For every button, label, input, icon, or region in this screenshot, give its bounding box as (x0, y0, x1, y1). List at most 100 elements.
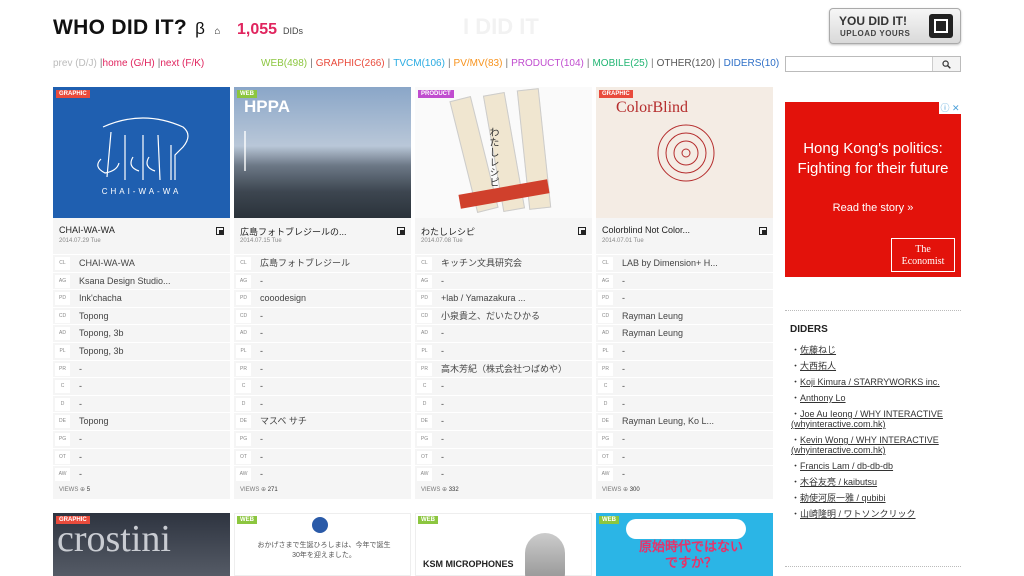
credit-value: - (260, 310, 263, 321)
category-link[interactable]: WEB(498) (261, 58, 307, 69)
credit-value: - (441, 469, 444, 480)
search-button[interactable] (932, 57, 960, 71)
credit-role: AD (417, 327, 432, 341)
credit-value: - (441, 328, 444, 339)
credit-role: D (55, 397, 70, 411)
credit-value: Ksana Design Studio... (79, 275, 171, 286)
category-link[interactable]: TVCM(106) (393, 58, 445, 69)
dider-link[interactable]: 山崎隆明 / ワトソンクリック (800, 509, 916, 519)
credit-value: - (622, 345, 625, 356)
credit-row: CL CHAI-WA-WA (53, 254, 230, 272)
card-art-text: わたしレシピ (487, 127, 498, 187)
credit-row: AG - (415, 271, 592, 290)
home-icon[interactable]: ⌂ (214, 26, 220, 37)
card-title[interactable]: CHAI-WA-WA (59, 225, 115, 235)
dider-link[interactable]: Francis Lam / db-db-db (800, 461, 893, 471)
economist-ad[interactable]: ⓘ ✕ Hong Kong's politics: Fighting for t… (785, 102, 961, 277)
work-card[interactable]: CHAI-WA-WA GRAPHIC CHAI-WA-WA 2014.07.29 Tu… (53, 87, 230, 499)
dider-link[interactable]: Kevin Wong / WHY INTERACTIVE (whyinterac… (791, 435, 939, 455)
prev-link[interactable]: prev (D/J) (53, 58, 97, 69)
credit-role: CD (598, 309, 613, 323)
pager-nav: prev (D/J) |home (G/H) |next (F/K) (53, 58, 204, 69)
credit-role: PL (417, 344, 432, 358)
dider-link[interactable]: 勅使河原一雅 / qubibi (800, 493, 886, 503)
work-card[interactable]: KSM MICROPHONES WEB (415, 513, 592, 576)
card-date: 2014.07.15 Tue (240, 238, 282, 244)
card-title[interactable]: 広島フォトブレジールの... (240, 225, 347, 238)
work-card[interactable]: ColorBlind GRAPHIC Colorblind Not Color...… (596, 87, 773, 499)
dider-link[interactable]: Anthony Lo (800, 393, 846, 403)
category-badge: PRODUCT (418, 90, 454, 98)
dider-link[interactable]: 佐藤ねじ (800, 345, 836, 355)
credit-row: AD - (234, 324, 411, 342)
credit-row: PD - (596, 289, 773, 307)
upload-button[interactable]: YOU DID IT! UPLOAD YOURS (829, 8, 961, 44)
dider-item: ・Joe Au Ieong / WHY INTERACTIVE (whyinte… (791, 409, 943, 429)
card-thumbnail[interactable]: ColorBlind (596, 87, 773, 218)
work-card[interactable]: 原始時代ではないですか？ WEB (596, 513, 773, 576)
copy-icon[interactable] (759, 227, 767, 235)
dider-link[interactable]: Koji Kimura / STARRYWORKS inc. (800, 377, 940, 387)
card-art-text: KSM MICROPHONES (423, 559, 514, 569)
credit-row: AW - (596, 465, 773, 483)
search-input[interactable] (785, 56, 961, 72)
credit-role: AW (417, 468, 432, 482)
home-link[interactable]: home (G/H) (103, 58, 155, 69)
work-card[interactable]: crostini GRAPHIC (53, 513, 230, 576)
copy-icon[interactable] (578, 227, 586, 235)
dider-link[interactable]: 木谷友亮 / kaibutsu (800, 477, 877, 487)
credit-value: 広島フォトブレジール (260, 258, 351, 268)
category-link[interactable]: DIDERS(10) (724, 58, 780, 69)
ad-cta-link[interactable]: Read the story » (785, 202, 961, 214)
card-thumbnail[interactable]: CHAI-WA-WA (53, 87, 230, 218)
credit-row: D- (53, 394, 230, 413)
credit-row: DE Rayman Leung, Ko L... (596, 412, 773, 430)
card-title[interactable]: Colorblind Not Color... (602, 225, 690, 235)
category-link[interactable]: PV/MV(83) (454, 58, 503, 69)
credit-row: DE Topong (53, 412, 230, 430)
next-link[interactable]: next (F/K) (160, 58, 204, 69)
copy-icon[interactable] (216, 227, 224, 235)
credit-row: AG - (234, 271, 411, 290)
work-card[interactable]: おかげさまで生誕ひろしまは、今年で誕生30年を迎えました。 WEB (234, 513, 411, 576)
category-badge: GRAPHIC (599, 90, 633, 98)
card-date: 2014.07.29 Tue (59, 238, 101, 244)
credit-row: CD - (234, 306, 411, 325)
category-link[interactable]: MOBILE(25) (592, 58, 648, 69)
dider-link[interactable]: Joe Au Ieong / WHY INTERACTIVE (whyinter… (791, 409, 943, 429)
dider-item: ・Kevin Wong / WHY INTERACTIVE (whyintera… (791, 435, 939, 455)
credit-row: PG - (234, 429, 411, 448)
credit-value: Rayman Leung (622, 328, 684, 339)
ad-close-icon[interactable]: ⓘ ✕ (939, 102, 961, 114)
category-link[interactable]: OTHER(120) (657, 58, 715, 69)
credit-role: PD (236, 292, 251, 306)
credit-row: PG - (53, 429, 230, 448)
card-thumbnail[interactable]: HPPA (234, 87, 411, 218)
card-title[interactable]: わたしレシピ (421, 225, 475, 238)
credit-value: キッチン文具研究会 (441, 258, 523, 268)
credit-row: CD Rayman Leung (596, 306, 773, 325)
credit-value: - (622, 469, 625, 480)
credit-row: OT - (53, 447, 230, 466)
category-link[interactable]: GRAPHIC(266) (316, 58, 385, 69)
card-thumbnail[interactable]: わたしレシピ (415, 87, 592, 218)
category-badge: WEB (237, 90, 257, 98)
upload-button-label: YOU DID IT! (839, 14, 907, 28)
credit-value: - (260, 275, 263, 286)
work-card[interactable]: HPPA WEB 広島フォトブレジールの... 2014.07.15 Tue CL 広島… (234, 87, 411, 499)
credit-value: - (441, 433, 444, 444)
copy-icon[interactable] (397, 227, 405, 235)
credit-role: PD (598, 292, 613, 306)
credit-role: PD (417, 292, 432, 306)
category-badge: GRAPHIC (56, 516, 90, 524)
site-title-text[interactable]: WHO DID IT? (53, 16, 187, 39)
credit-row: PR - (596, 359, 773, 378)
site-title[interactable]: WHO DID IT? β ⌂ (53, 16, 221, 40)
credit-value: マスベ サチ (260, 416, 307, 427)
work-card[interactable]: わたしレシピ PRODUCT わたしレシピ 2014.07.08 Tue CL キッチン文… (415, 87, 592, 499)
credit-value: Topong, 3b (79, 328, 124, 339)
category-link[interactable]: PRODUCT(104) (511, 58, 584, 69)
credit-row: PD Ink'chacha (53, 289, 230, 307)
card-art-text: ColorBlind (616, 99, 689, 116)
dider-link[interactable]: 大西拓人 (800, 361, 836, 371)
